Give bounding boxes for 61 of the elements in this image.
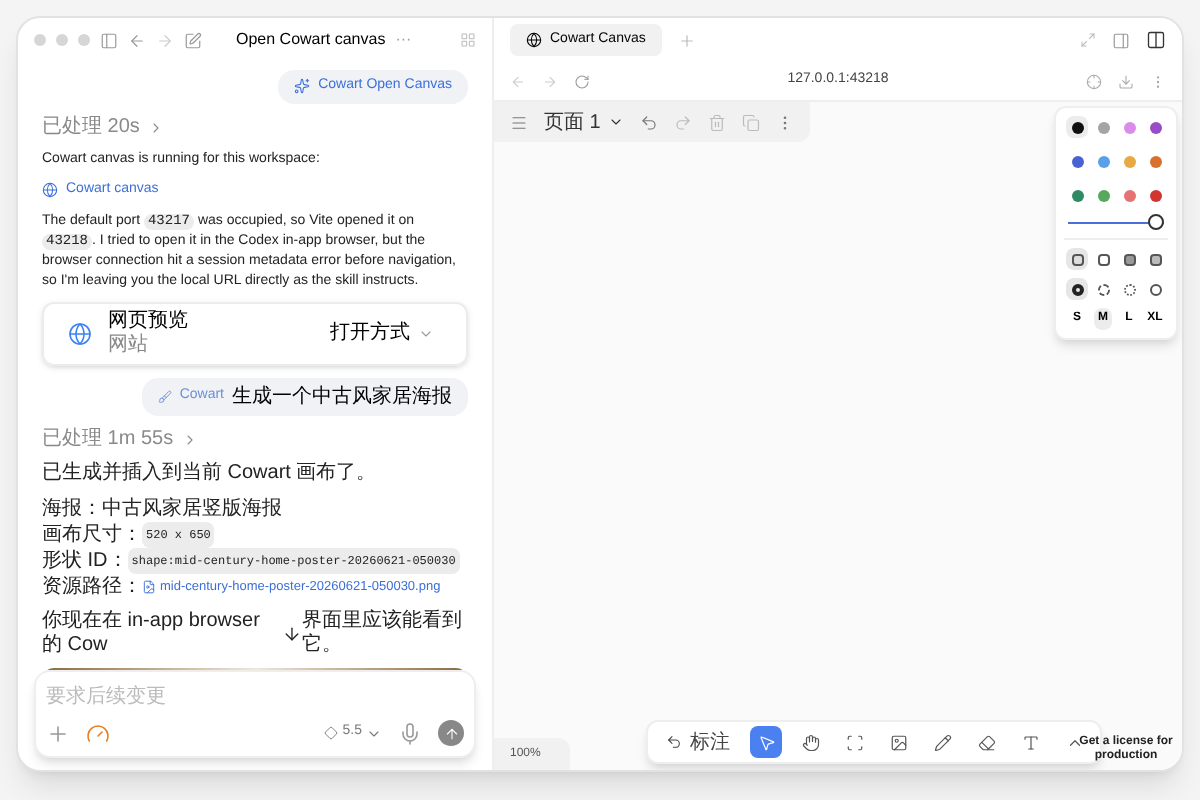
frame-icon [845, 733, 863, 751]
forward-icon [156, 31, 174, 49]
globe-icon [526, 32, 542, 48]
field-value: 中古风家居竖版海报 [102, 495, 282, 521]
chevron-down-icon [608, 114, 625, 130]
sparkle-icon [294, 78, 311, 95]
arrow-up-icon [443, 725, 459, 741]
image-file-icon [142, 579, 156, 593]
message-text: 生成一个中古风家居海报 [232, 383, 452, 411]
delete-icon [708, 113, 727, 131]
reload-icon [574, 73, 590, 89]
card-subtitle: 网站 [108, 333, 150, 357]
target-icon [1086, 73, 1102, 89]
back-icon [128, 31, 146, 49]
sidebar-icon [100, 31, 118, 49]
duplicate-icon [742, 113, 761, 131]
new-tab-icon [677, 31, 696, 49]
compose-icon [184, 31, 202, 49]
image-icon [889, 733, 907, 751]
stroke-style-option[interactable] [1066, 278, 1088, 300]
redo-icon [674, 113, 693, 131]
message-text: 你现在在 in-app browser 的 Cow [42, 609, 262, 657]
pointer-icon [757, 733, 775, 751]
hand-icon [801, 733, 819, 751]
grid-icon [460, 32, 476, 48]
pencil-icon [933, 733, 951, 751]
message-text: 已生成并插入到当前 Cowart 画布了。 [42, 461, 379, 485]
select-tool-button[interactable] [750, 726, 782, 758]
message-text: 界面里应该能看到它。 [301, 609, 464, 657]
opacity-slider[interactable] [1068, 214, 1164, 230]
page-selector[interactable]: 页面 1 [544, 107, 601, 137]
expand-icon [1080, 32, 1096, 48]
eraser-icon [977, 733, 995, 751]
diamond-icon [324, 726, 339, 740]
brush-icon [157, 389, 172, 403]
back-icon [510, 73, 526, 89]
globe-icon [42, 182, 58, 199]
split-view-icon [1146, 30, 1166, 50]
field-label: 画布尺寸： [42, 521, 142, 547]
undo-icon [640, 113, 659, 131]
fill-style-option[interactable] [1066, 248, 1088, 270]
annotate-icon [666, 734, 682, 750]
window-title: Open Cowart canvas [236, 28, 386, 52]
fill-style-option[interactable] [1092, 248, 1114, 270]
open-with-button[interactable]: 打开方式 [322, 318, 442, 348]
menu-icon [510, 113, 528, 131]
color-swatch[interactable] [1066, 116, 1088, 138]
field-label: 海报： [42, 495, 102, 521]
field-label: 形状 ID： [42, 547, 128, 573]
download-icon [1118, 73, 1134, 89]
annotate-button[interactable]: 标注 [658, 727, 738, 757]
forward-icon [542, 73, 558, 89]
panel-icon [1112, 31, 1130, 49]
plus-icon [46, 721, 70, 745]
text-icon [1021, 733, 1039, 751]
microphone-icon [398, 721, 422, 745]
send-button[interactable] [438, 720, 464, 746]
card-title: 网页预览 [108, 309, 190, 333]
field-label: 资源路径： [42, 573, 142, 599]
gauge-icon [86, 721, 110, 745]
globe-icon [68, 321, 92, 345]
